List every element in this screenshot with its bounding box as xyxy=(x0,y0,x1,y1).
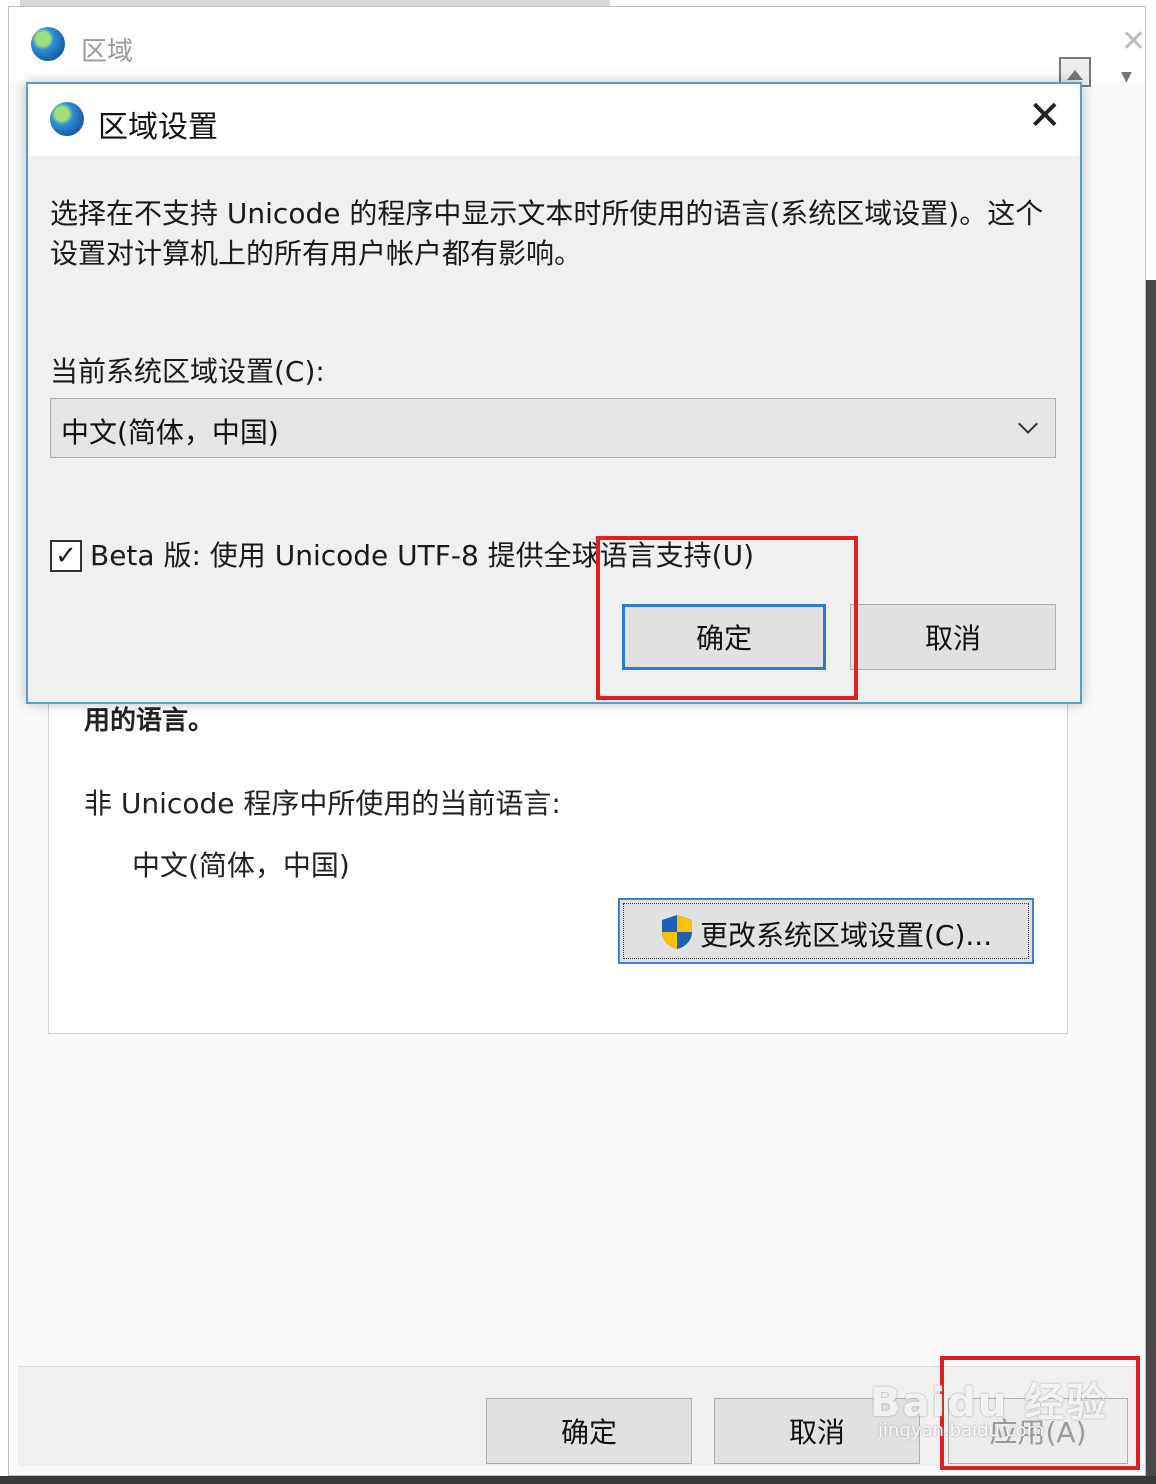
dialog-title: 区域设置 xyxy=(98,110,218,145)
current-locale-label: 当前系统区域设置(C): xyxy=(50,355,325,388)
checkmark-icon: ✓ xyxy=(55,541,77,571)
close-icon[interactable]: ✕ xyxy=(1121,27,1146,57)
utf8-beta-checkbox[interactable]: ✓ xyxy=(50,540,82,572)
globe-icon xyxy=(31,27,65,61)
current-language-label: 非 Unicode 程序中所使用的当前语言: xyxy=(84,787,561,820)
current-language-value: 中文(简体，中国) xyxy=(132,849,350,882)
ok-button[interactable]: 确定 xyxy=(486,1398,692,1464)
group-text-partial: 用的语言。 xyxy=(84,706,215,736)
chevron-down-icon[interactable]: ▼ xyxy=(1121,69,1132,85)
region-window-titlebar: 区域 ✕ xyxy=(9,7,1146,81)
system-locale-value: 中文(简体，中国) xyxy=(61,416,279,449)
region-window-title: 区域 xyxy=(81,37,134,67)
watermark-url: jingyan.baidu.com xyxy=(878,1420,1045,1441)
highlight-box-ok xyxy=(596,536,858,700)
dialog-titlebar: 区域设置 ✕ xyxy=(28,84,1080,156)
dialog-cancel-button[interactable]: 取消 xyxy=(850,604,1056,670)
chevron-down-icon xyxy=(1018,414,1038,434)
background-strip xyxy=(1146,280,1156,1484)
close-icon[interactable]: ✕ xyxy=(1028,96,1062,136)
globe-icon xyxy=(50,102,84,136)
shield-icon xyxy=(662,915,692,949)
region-settings-dialog: 区域设置 ✕ 选择在不支持 Unicode 的程序中显示文本时所使用的语言(系统… xyxy=(26,82,1082,704)
system-locale-select[interactable]: 中文(简体，中国) xyxy=(50,398,1056,458)
background-strip-bottom xyxy=(0,1476,1156,1484)
dialog-description: 选择在不支持 Unicode 的程序中显示文本时所使用的语言(系统区域设置)。这… xyxy=(50,197,1044,270)
change-system-locale-label: 更改系统区域设置(C)... xyxy=(700,919,993,952)
change-system-locale-button[interactable]: 更改系统区域设置(C)... xyxy=(618,898,1034,964)
